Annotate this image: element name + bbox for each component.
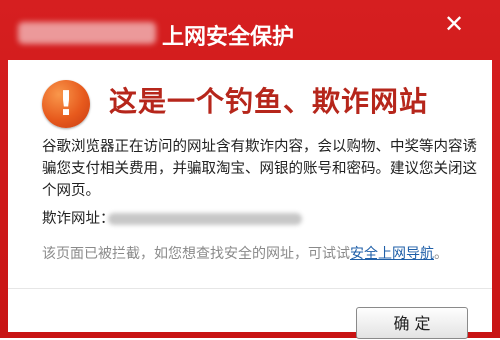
ok-button[interactable]: 确 定 <box>356 307 468 339</box>
divider <box>8 288 492 289</box>
close-icon[interactable]: ✕ <box>440 10 468 38</box>
warning-heading: 这是一个钓鱼、欺诈网站 <box>109 85 429 118</box>
blurred-app-name <box>18 22 156 44</box>
blocked-suffix: 。 <box>434 246 448 262</box>
warning-description: 谷歌浏览器正在访问的网址含有欺诈内容，会以购物、中奖等内容诱骗您支付相关费用，并… <box>42 139 477 199</box>
safe-navigation-link[interactable]: 安全上网导航 <box>350 246 434 262</box>
blocked-text: 该页面已被拦截，如您想查找安全的网址，可试试 <box>42 246 350 262</box>
security-dialog: 上网安全保护 ✕ ! 这是一个钓鱼、欺诈网站 谷歌浏览器正在访问的网址含有欺诈内… <box>0 0 500 339</box>
blocked-message: 该页面已被拦截，如您想查找安全的网址，可试试安全上网导航。 <box>42 245 448 263</box>
blurred-url <box>108 213 302 225</box>
dialog-title: 上网安全保护 <box>162 25 295 50</box>
title-bar: 上网安全保护 ✕ <box>0 0 500 60</box>
dialog-content: ! 这是一个钓鱼、欺诈网站 谷歌浏览器正在访问的网址含有欺诈内容，会以购物、中奖… <box>8 60 492 339</box>
fraud-url-label: 欺诈网址： <box>42 211 115 227</box>
warning-icon: ! <box>42 80 90 128</box>
